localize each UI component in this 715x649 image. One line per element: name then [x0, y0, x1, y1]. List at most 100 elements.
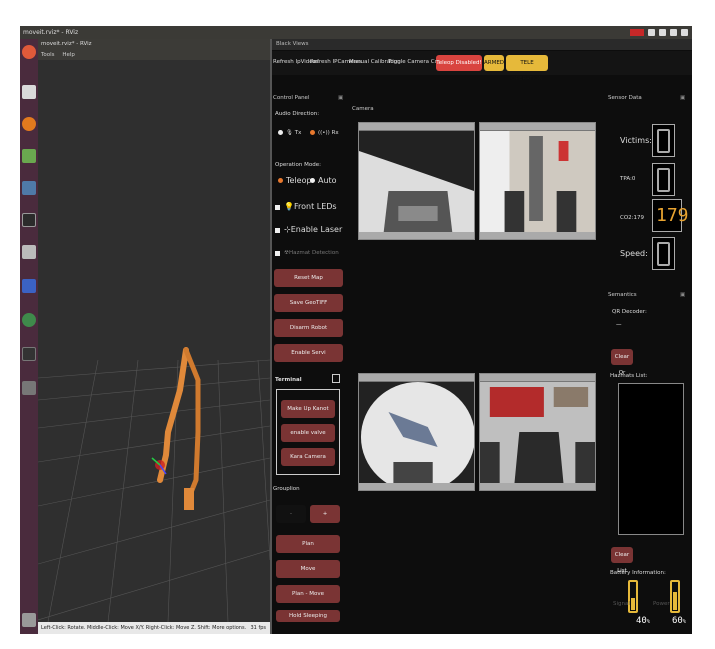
firefox-icon[interactable] — [22, 117, 36, 131]
network-indicator-icon[interactable] — [630, 29, 644, 36]
camera-footer — [359, 232, 474, 239]
front-leds-checkbox[interactable] — [275, 205, 280, 210]
system-top-bar: moveit.rviz* - RViz — [20, 26, 692, 39]
black-views-window: Black Views Refresh IpVideos Refresh IPC… — [272, 39, 692, 634]
power-value: 60% — [672, 616, 686, 626]
rviz-3d-viewport[interactable] — [38, 60, 270, 622]
camera-title: Camera — [352, 106, 374, 112]
hold-sleeping-button[interactable]: Hold Sleeping — [276, 610, 340, 622]
launcher-sidebar — [20, 39, 38, 634]
signal-value: 40% — [636, 616, 650, 626]
camera-header — [359, 374, 474, 381]
tele-operation-button[interactable]: TELE OPERATION — [506, 55, 548, 82]
menu-tools[interactable]: Tools — [41, 52, 55, 58]
speaker-icon: ((•)) — [318, 130, 330, 136]
make-up-kanot-button[interactable]: Make Up Kanot — [281, 400, 335, 418]
gripper-minus-button[interactable]: - — [276, 505, 306, 523]
document-icon[interactable] — [22, 149, 36, 163]
power-gear-icon[interactable] — [681, 29, 688, 36]
hazmat-detection-label: ☢Hazmat Detection — [284, 250, 339, 256]
gripper-title: Grouplion — [273, 486, 300, 492]
panel-dock-icon[interactable]: ▣ — [680, 292, 685, 298]
auto-label: Auto — [318, 176, 337, 185]
rviz-window: moveit.rviz* - RViz Tools Help Left-Clic… — [38, 39, 270, 634]
desktop-screen: moveit.rviz* - RViz moveit.rviz* - RViz … — [20, 26, 692, 634]
reset-map-button[interactable]: Reset Map — [274, 269, 343, 287]
rx-radio[interactable]: ((•)) Rx — [310, 130, 339, 136]
move-button[interactable]: Move — [276, 560, 340, 578]
auto-radio[interactable]: Auto — [310, 176, 337, 185]
co2-display: 179 — [652, 199, 689, 232]
terminal-icon[interactable] — [332, 374, 340, 383]
radio-icon — [310, 130, 315, 135]
robot-arm-scene — [38, 347, 270, 622]
panel-dock-icon[interactable]: ▣ — [680, 95, 685, 101]
trash-icon[interactable] — [22, 613, 36, 627]
lcd-digit — [657, 168, 670, 192]
signal-battery-level — [631, 598, 635, 610]
image-viewer-icon[interactable] — [22, 181, 36, 195]
camera-footer — [480, 232, 595, 239]
files-icon[interactable] — [22, 85, 36, 99]
status-hint: Left-Click: Rotate. Middle-Click: Move X… — [41, 625, 247, 631]
co2-value: 179 — [656, 205, 689, 226]
rviz-icon[interactable] — [22, 381, 36, 395]
hazmat-detection-checkbox[interactable] — [275, 251, 280, 256]
front-leds-label: 💡Front LEDs — [284, 202, 337, 211]
radio-icon — [310, 178, 315, 183]
clear-qr-button[interactable]: Clear Qr — [611, 349, 633, 376]
save-geotiff-button[interactable]: Save GeoTIFF — [274, 294, 343, 312]
settings-icon[interactable] — [22, 245, 36, 259]
camera-feed-1[interactable] — [358, 122, 475, 240]
plan-button[interactable]: Plan — [276, 535, 340, 553]
armed-button[interactable]: ARMED — [484, 55, 504, 71]
tx-radio[interactable]: 🎙 Tx — [278, 130, 301, 136]
power-battery-level — [673, 592, 677, 610]
terminal-icon[interactable] — [22, 213, 36, 227]
hazmats-list-label: Hazmats List: — [610, 373, 648, 379]
laser-icon: ⊹ — [284, 225, 291, 234]
enable-servi-button[interactable]: Enable Servi — [274, 344, 343, 362]
lcd-digit — [657, 242, 670, 266]
camera-feed-4[interactable] — [479, 373, 596, 491]
camera-header — [480, 123, 595, 130]
robot-arm-model — [151, 347, 201, 510]
panel-dock-icon[interactable]: ▣ — [338, 95, 343, 101]
power-battery-icon — [670, 580, 680, 613]
enable-laser-checkbox[interactable] — [275, 228, 280, 233]
control-panel-title: Control Panel — [273, 95, 310, 101]
app-grid-icon[interactable] — [22, 279, 36, 293]
power-label: Power — [653, 601, 670, 607]
victims-label: Victims: — [620, 136, 652, 145]
camera-footer — [480, 483, 595, 490]
microphone-icon: 🎙 — [286, 130, 293, 136]
volume-icon[interactable] — [670, 29, 677, 36]
kara-camera-button[interactable]: Kara Camera — [281, 448, 335, 466]
gripper-plus-button[interactable]: + — [310, 505, 340, 523]
victims-display — [652, 124, 675, 157]
camera-feed-3[interactable] — [358, 373, 475, 491]
active-window-title: moveit.rviz* - RViz — [23, 29, 79, 36]
speed-label: Speed: — [620, 249, 648, 258]
app-icon[interactable] — [22, 313, 36, 327]
battery-icon[interactable] — [659, 29, 666, 36]
camera-image — [359, 131, 474, 233]
teleop-radio[interactable]: Teleop — [278, 176, 312, 185]
disarm-robot-button[interactable]: Disarm Robot — [274, 319, 343, 337]
teleop-status-button[interactable]: Teleop Disabled! — [436, 55, 482, 71]
lcd-digit — [657, 129, 670, 153]
co2-label: CO2:179 — [620, 215, 645, 221]
camera-feed-2[interactable] — [479, 122, 596, 240]
keyboard-icon[interactable] — [648, 29, 655, 36]
app-icon[interactable] — [22, 347, 36, 361]
rviz-title-bar: moveit.rviz* - RViz — [38, 39, 270, 50]
radio-icon — [278, 130, 283, 135]
terminal-title: Terminal — [275, 377, 302, 383]
enable-valve-button[interactable]: enable valve — [281, 424, 335, 442]
ubuntu-logo-icon[interactable] — [22, 45, 36, 59]
clear-list-button[interactable]: Clear List — [611, 547, 633, 574]
plan-move-button[interactable]: Plan - Move — [276, 585, 340, 603]
sensor-data-title: Sensor Data — [608, 95, 642, 101]
hazmats-list[interactable] — [618, 383, 684, 535]
menu-help[interactable]: Help — [62, 52, 75, 58]
